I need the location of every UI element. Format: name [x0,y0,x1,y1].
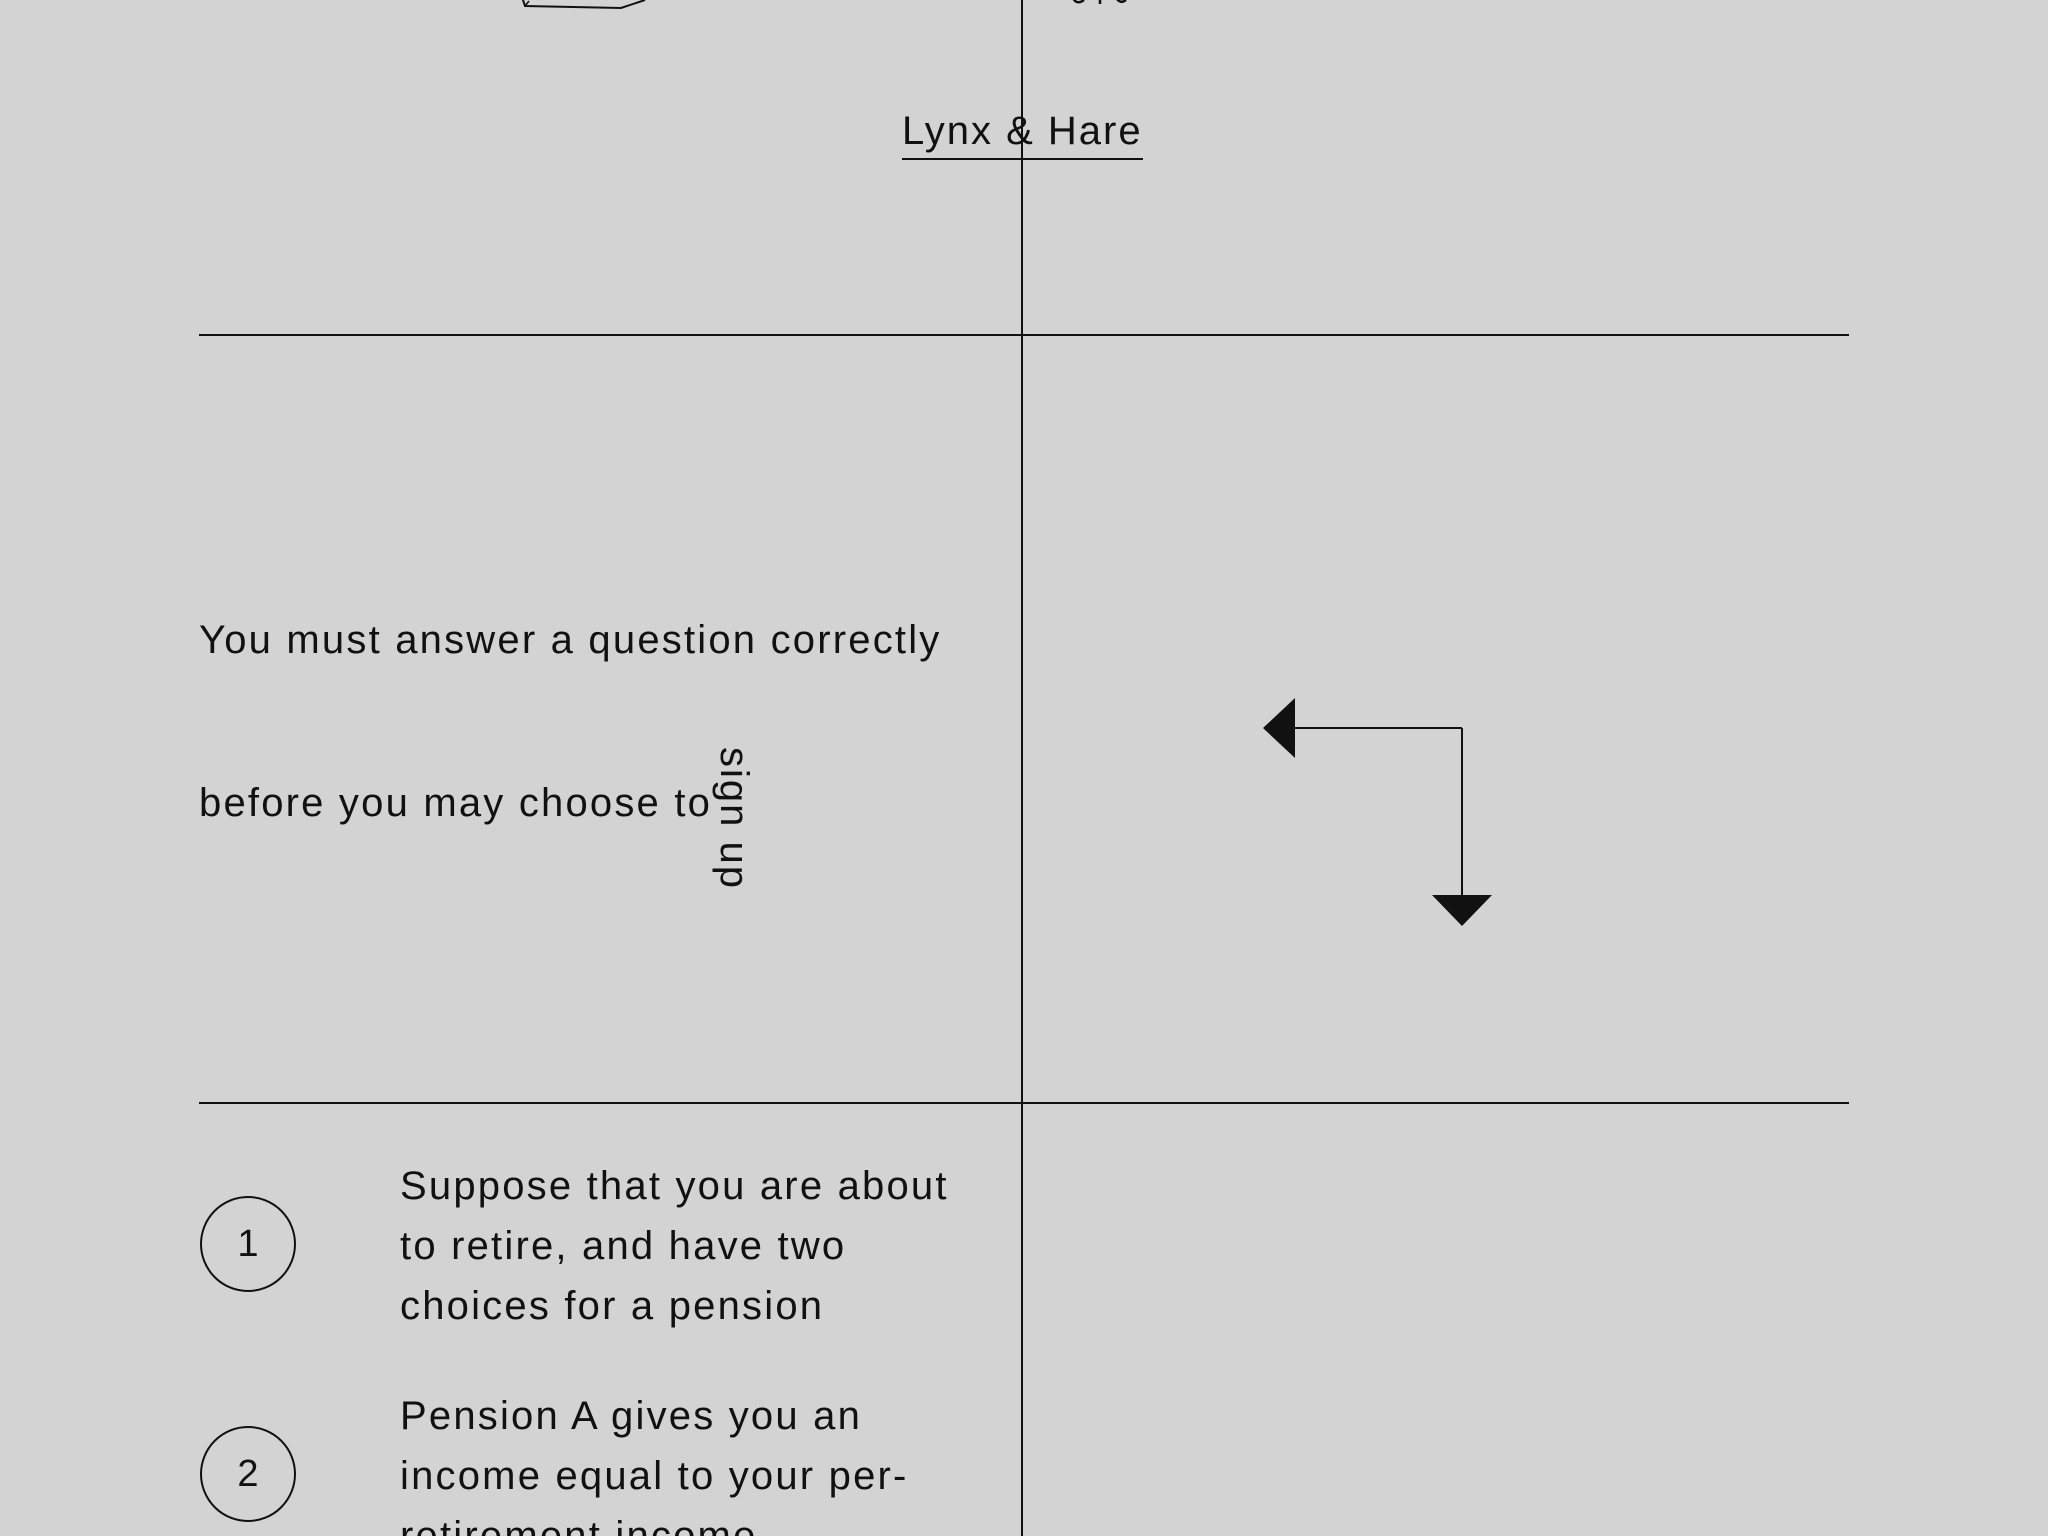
sign-up-link-label[interactable]: sign up [710,747,758,890]
step-2-line-1: Pension A gives you an [400,1394,863,1438]
step-2-line-2: income equal to your per- [400,1454,909,1498]
clipped-heading-fragment [1070,0,1140,20]
left-down-arrows-icon [1263,698,1492,926]
step-2-text: Pension A gives you an income equal to y… [400,1386,960,1536]
box-illustration-icon [521,0,646,10]
horizontal-divider-top [199,334,1849,336]
step-1-line-2: to retire, and have two [400,1224,847,1268]
step-1-text: Suppose that you are about to retire, an… [400,1156,960,1336]
step-1-line-1: Suppose that you are about [400,1164,949,1208]
step-number-2: 2 [200,1426,296,1522]
step-2-line-3: retirement income [400,1514,758,1536]
brand-link[interactable]: Lynx & Hare [902,106,1143,160]
intro-line-2: before you may choose to [199,781,713,825]
step-number-1: 1 [200,1196,296,1292]
vertical-divider [1021,0,1023,1536]
horizontal-divider-bottom [199,1102,1849,1104]
step-1-line-3: choices for a pension [400,1284,825,1328]
intro-line-1: You must answer a question correctly [199,618,942,662]
